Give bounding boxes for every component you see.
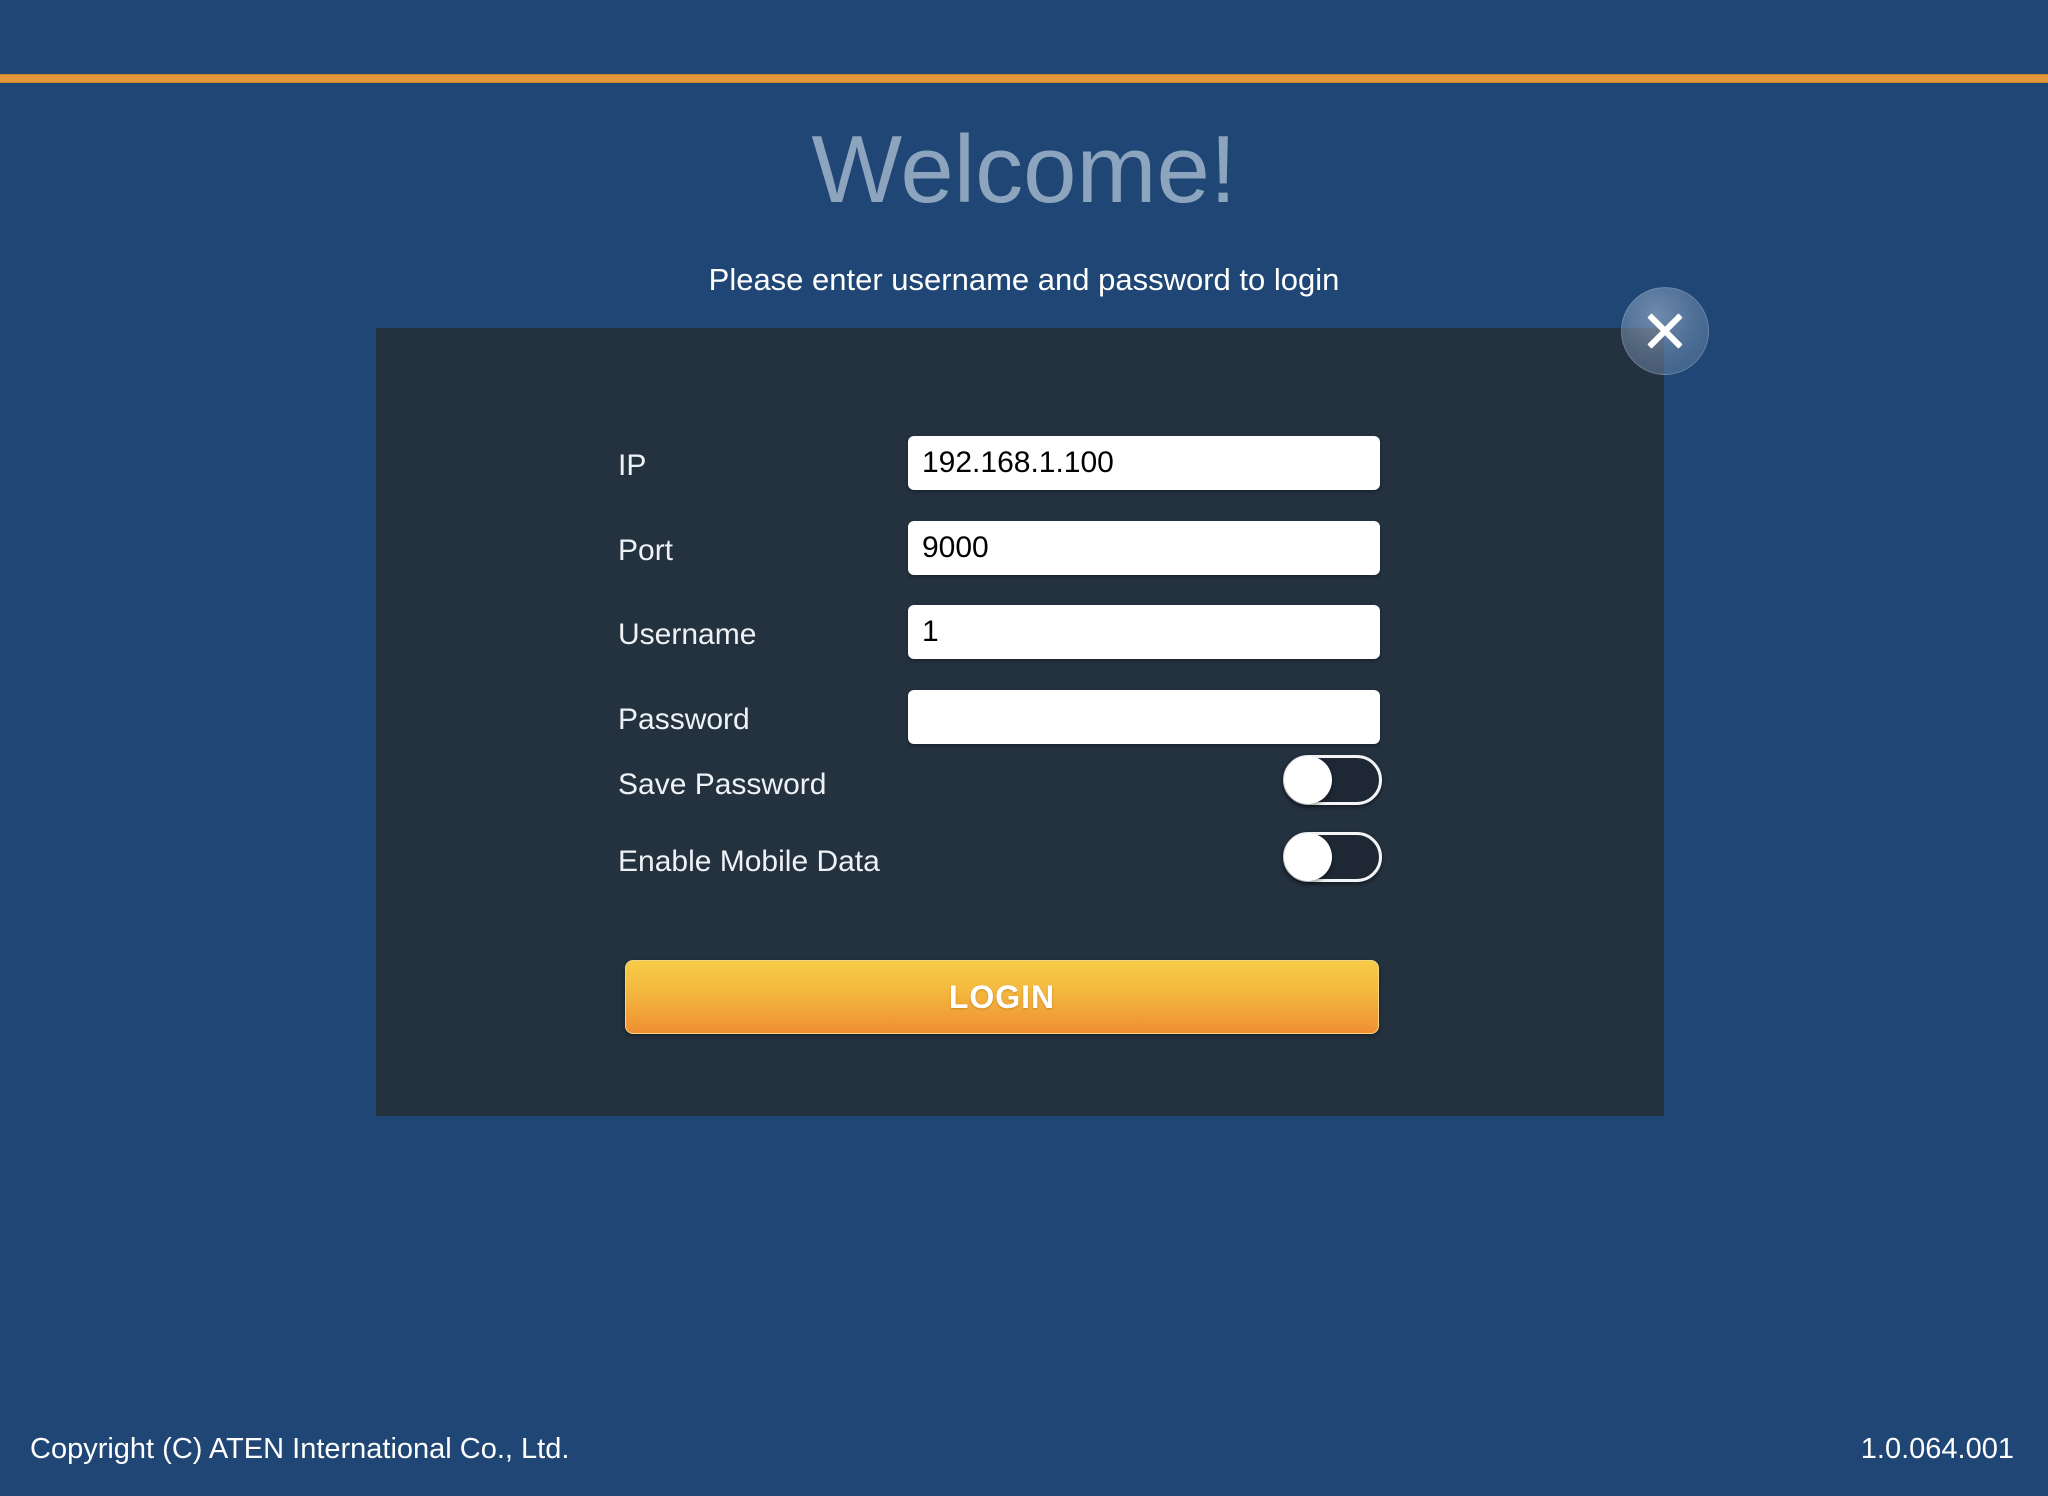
login-button[interactable]: LOGIN (625, 960, 1379, 1034)
form-row-port: Port (376, 521, 1664, 581)
form-row-enable-mobile-data: Enable Mobile Data (376, 832, 1664, 892)
port-label: Port (618, 534, 674, 567)
save-password-label: Save Password (618, 768, 827, 801)
ip-label: IP (618, 449, 647, 482)
password-label: Password (618, 703, 750, 736)
page-subtitle: Please enter username and password to lo… (708, 262, 1340, 297)
username-input[interactable] (908, 605, 1380, 659)
page-title: Welcome! (811, 116, 1237, 223)
enable-mobile-data-toggle[interactable] (1283, 832, 1382, 882)
close-button[interactable] (1621, 287, 1709, 375)
login-panel: IP Port Username Password Save Password … (376, 328, 1664, 1116)
password-input[interactable] (908, 690, 1380, 744)
footer-copyright: Copyright (C) ATEN International Co., Lt… (30, 1433, 570, 1465)
enable-mobile-data-label: Enable Mobile Data (618, 845, 880, 878)
form-row-username: Username (376, 605, 1664, 665)
form-row-password: Password (376, 690, 1664, 750)
footer-version: 1.0.064.001 (1860, 1433, 2014, 1465)
close-icon (1643, 309, 1687, 353)
toggle-knob (1284, 833, 1332, 881)
form-row-ip: IP (376, 436, 1664, 496)
top-accent-rule (0, 74, 2048, 83)
ip-input[interactable] (908, 436, 1380, 490)
save-password-toggle[interactable] (1283, 755, 1382, 805)
toggle-knob (1284, 756, 1332, 804)
form-row-save-password: Save Password (376, 755, 1664, 815)
port-input[interactable] (908, 521, 1380, 575)
username-label: Username (618, 618, 757, 651)
